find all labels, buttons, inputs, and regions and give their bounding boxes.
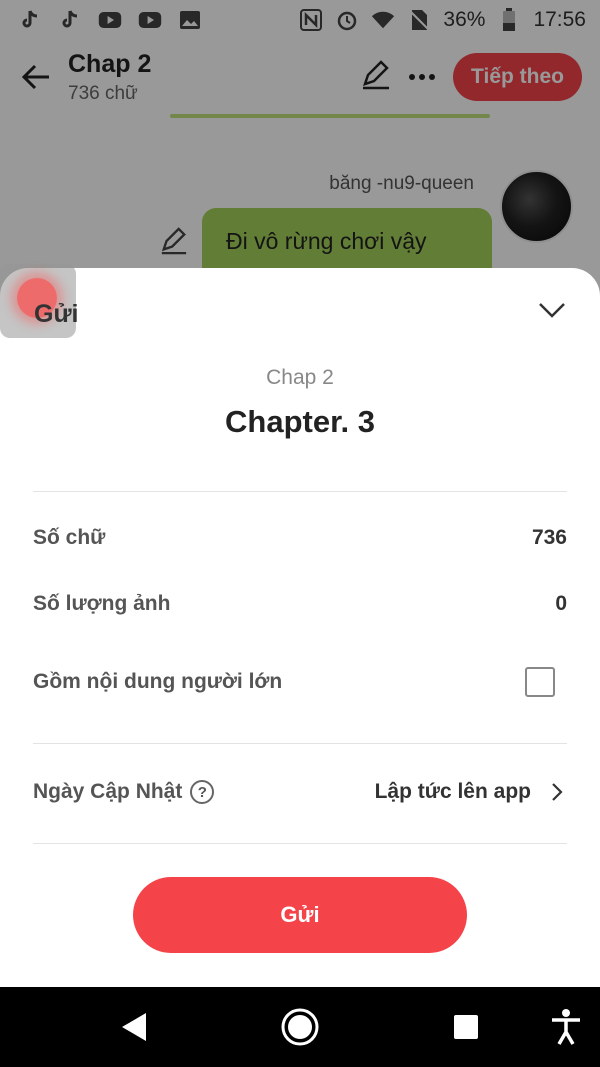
nav-back-button[interactable]: [112, 1005, 156, 1049]
sheet-header: Gửi: [0, 264, 600, 348]
divider: [33, 843, 567, 844]
divider: [33, 743, 567, 744]
adult-content-label: Gồm nội dung người lớn: [33, 670, 283, 693]
adult-content-checkbox[interactable]: [525, 667, 555, 697]
image-count-label: Số lượng ảnh: [33, 592, 171, 615]
row-image-count: Số lượng ảnh 0: [33, 592, 567, 616]
update-date-value: Lập tức lên app: [374, 780, 531, 803]
row-adult-content: Gồm nội dung người lớn: [33, 667, 567, 697]
sheet-title: Gửi: [34, 300, 79, 328]
collapse-button[interactable]: [532, 290, 572, 330]
nav-recents-button[interactable]: [444, 1005, 488, 1049]
help-icon[interactable]: ?: [190, 780, 215, 804]
home-circle-icon: [281, 1008, 319, 1046]
update-date-label: Ngày Cập Nhật: [33, 780, 183, 803]
row-update-date[interactable]: Ngày Cập Nhật ? Lập tức lên app: [33, 780, 567, 804]
recents-square-icon: [454, 1015, 478, 1039]
row-word-count: Số chữ 736: [33, 526, 567, 550]
nav-home-button[interactable]: [278, 1005, 322, 1049]
word-count-value: 736: [531, 526, 567, 549]
chapter-name: Chap 2: [266, 366, 334, 389]
image-count-value: 0: [555, 592, 567, 615]
divider: [33, 491, 567, 492]
accessibility-button[interactable]: [544, 1005, 588, 1049]
accessibility-icon: [552, 1009, 580, 1045]
bottom-sheet: Gửi Chap 2 Chapter. 3 Số chữ 736 Số lượn…: [0, 264, 600, 988]
system-navigation-bar: [0, 987, 600, 1067]
chapter-title: Chapter. 3: [225, 404, 375, 439]
chevron-down-icon: [539, 303, 565, 318]
chevron-right-icon: [547, 780, 567, 804]
word-count-label: Số chữ: [33, 526, 106, 549]
back-triangle-icon: [122, 1013, 146, 1041]
submit-button[interactable]: Gửi: [133, 877, 467, 953]
